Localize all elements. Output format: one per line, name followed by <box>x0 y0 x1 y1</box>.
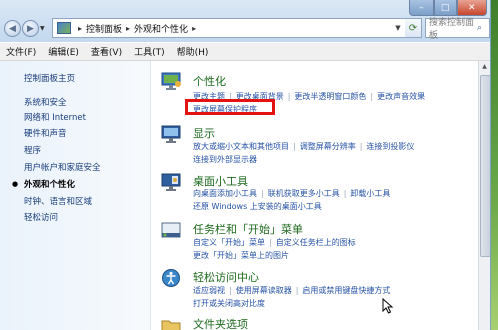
breadcrumb-separator-icon[interactable]: ▸ <box>78 24 82 33</box>
link-divider: | <box>343 189 347 198</box>
breadcrumb-separator-icon[interactable]: ▸ <box>192 24 196 33</box>
category-title-ease-of-access[interactable]: 轻松访问中心 <box>193 269 259 285</box>
forward-button[interactable]: ▶ <box>22 20 39 37</box>
search-icon[interactable]: ⌕ <box>477 23 489 33</box>
sidebar-item-hardware-sound[interactable]: 硬件和声音 <box>24 127 67 139</box>
breadcrumb-control-panel[interactable]: 控制面板 <box>86 22 122 35</box>
display-icon[interactable] <box>161 124 183 144</box>
link-screen-reader[interactable]: 使用屏幕读取器 <box>236 285 292 296</box>
category-title-gadgets[interactable]: 桌面小工具 <box>193 173 248 189</box>
refresh-icon: ⟳ <box>408 22 418 34</box>
link-restore-gadgets[interactable]: 还原 Windows 上安装的桌面小工具 <box>193 201 322 212</box>
minimize-button[interactable]: – <box>409 0 434 16</box>
sidebar-item-user-accounts[interactable]: 用户帐户和家庭安全 <box>24 161 101 173</box>
display-links-row: 放大或缩小文本和其他项目 | 调整屏幕分辨率 | 连接到投影仪 <box>193 141 414 152</box>
link-customize-taskbar-icons[interactable]: 自定义任务栏上的图标 <box>276 237 356 248</box>
close-button[interactable]: ✕ <box>456 0 487 16</box>
sidebar-item-system-security[interactable]: 系统和安全 <box>24 96 67 108</box>
menu-help[interactable]: 帮助(H) <box>171 45 215 58</box>
refresh-button[interactable]: ⟳ <box>405 18 422 38</box>
link-get-more-gadgets[interactable]: 联机获取更多小工具 <box>268 188 340 199</box>
link-add-gadgets[interactable]: 向桌面添加小工具 <box>193 188 257 199</box>
window-controls: – □ ✕ <box>409 0 487 16</box>
link-screen-resolution[interactable]: 调整屏幕分辨率 <box>300 141 356 152</box>
mouse-cursor-icon <box>382 298 394 314</box>
menu-tools[interactable]: 工具(T) <box>128 45 171 58</box>
link-customize-start-menu[interactable]: 自定义「开始」菜单 <box>193 237 265 248</box>
taskbar-links-row: 自定义「开始」菜单 | 自定义任务栏上的图标 <box>193 237 356 248</box>
link-change-window-color[interactable]: 更改半透明窗口颜色 <box>294 91 366 102</box>
menu-edit[interactable]: 编辑(E) <box>42 45 85 58</box>
gadgets-links-row: 向桌面添加小工具 | 联机获取更多小工具 | 卸载小工具 <box>193 188 390 199</box>
link-divider: | <box>293 142 296 151</box>
vertical-scrollbar[interactable]: ▲ <box>478 61 490 330</box>
search-input[interactable]: 搜索控制面板 ⌕ <box>425 18 490 41</box>
link-divider: | <box>370 92 374 101</box>
maximize-button[interactable]: □ <box>433 0 457 16</box>
category-title-taskbar[interactable]: 任务栏和「开始」菜单 <box>193 221 303 237</box>
link-connect-projector[interactable]: 连接到投影仪 <box>366 141 414 152</box>
scroll-up-icon[interactable]: ▲ <box>479 61 490 73</box>
gadgets-links-row-2: 还原 Windows 上安装的桌面小工具 <box>193 201 322 212</box>
category-title-folder-options[interactable]: 文件夹选项 <box>193 316 248 330</box>
menu-view[interactable]: 查看(V) <box>85 45 128 58</box>
address-bar[interactable]: ▸ 控制面板 ▸ 外观和个性化 ▸ ▼ <box>52 18 406 38</box>
current-item-bullet-icon: ● <box>12 180 19 188</box>
link-external-display[interactable]: 连接到外部显示器 <box>193 154 257 165</box>
address-area: – □ ✕ ◀ ▶ ▼ ▸ 控制面板 ▸ 外观和个性化 ▸ ▼ ⟳ 搜索控制面板… <box>0 0 490 42</box>
menu-file[interactable]: 文件(F) <box>0 45 42 58</box>
recent-pages-dropdown[interactable]: ▼ <box>40 25 45 32</box>
personalization-icon[interactable] <box>161 71 183 91</box>
ease-links-row: 适应弱视 | 使用屏幕读取器 | 启用或禁用键盘快捷方式 <box>193 285 390 296</box>
sidebar-item-appearance[interactable]: 外观和个性化 <box>24 178 75 190</box>
search-placeholder: 搜索控制面板 <box>429 18 475 41</box>
breadcrumb-appearance[interactable]: 外观和个性化 <box>134 22 188 35</box>
control-panel-window: – □ ✕ ◀ ▶ ▼ ▸ 控制面板 ▸ 外观和个性化 ▸ ▼ ⟳ 搜索控制面板… <box>0 0 490 330</box>
link-change-start-picture[interactable]: 更改「开始」菜单上的图片 <box>193 250 289 261</box>
link-divider: | <box>287 92 291 101</box>
highlight-box <box>185 99 275 115</box>
ease-of-access-icon[interactable] <box>161 268 183 288</box>
sidebar-item-clock-language[interactable]: 时钟、语言和区域 <box>24 195 92 207</box>
link-keyboard-shortcuts[interactable]: 启用或禁用键盘快捷方式 <box>302 285 390 296</box>
taskbar-icon[interactable] <box>161 221 183 241</box>
back-button[interactable]: ◀ <box>4 20 21 37</box>
gadgets-icon[interactable] <box>161 172 183 192</box>
sidebar-item-home[interactable]: 控制面板主页 <box>24 72 75 84</box>
display-links-row-2: 连接到外部显示器 <box>193 154 257 165</box>
folder-options-icon[interactable] <box>161 316 183 330</box>
taskbar-links-row-2: 更改「开始」菜单上的图片 <box>193 250 289 261</box>
link-divider: | <box>295 286 299 295</box>
address-dropdown-icon[interactable]: ▼ <box>391 24 405 32</box>
link-divider: | <box>269 238 272 247</box>
link-divider: | <box>359 142 363 151</box>
link-text-size[interactable]: 放大或缩小文本和其他项目 <box>193 141 289 152</box>
control-panel-icon <box>57 22 71 34</box>
sidebar-item-network[interactable]: 网络和 Internet <box>24 111 86 123</box>
sidebar: 控制面板主页 系统和安全 网络和 Internet 硬件和声音 程序 用户帐户和… <box>0 61 151 330</box>
link-divider: | <box>229 286 232 295</box>
category-title-display[interactable]: 显示 <box>193 125 215 141</box>
menu-bar: 文件(F) 编辑(E) 查看(V) 工具(T) 帮助(H) <box>0 43 490 61</box>
back-arrow-icon: ◀ <box>9 23 16 34</box>
link-high-contrast[interactable]: 打开或关闭高对比度 <box>193 298 265 309</box>
link-change-sounds[interactable]: 更改声音效果 <box>377 91 425 102</box>
link-uninstall-gadget[interactable]: 卸载小工具 <box>350 188 390 199</box>
breadcrumb-separator-icon[interactable]: ▸ <box>126 24 130 33</box>
link-low-vision[interactable]: 适应弱视 <box>193 285 225 296</box>
link-divider: | <box>261 189 264 198</box>
scrollbar-thumb[interactable] <box>480 75 490 257</box>
sidebar-item-programs[interactable]: 程序 <box>24 144 41 156</box>
ease-links-row-2: 打开或关闭高对比度 <box>193 298 265 309</box>
sidebar-item-ease-of-access[interactable]: 轻松访问 <box>24 211 58 223</box>
category-title-personalization[interactable]: 个性化 <box>193 73 226 89</box>
forward-arrow-icon: ▶ <box>27 23 34 34</box>
